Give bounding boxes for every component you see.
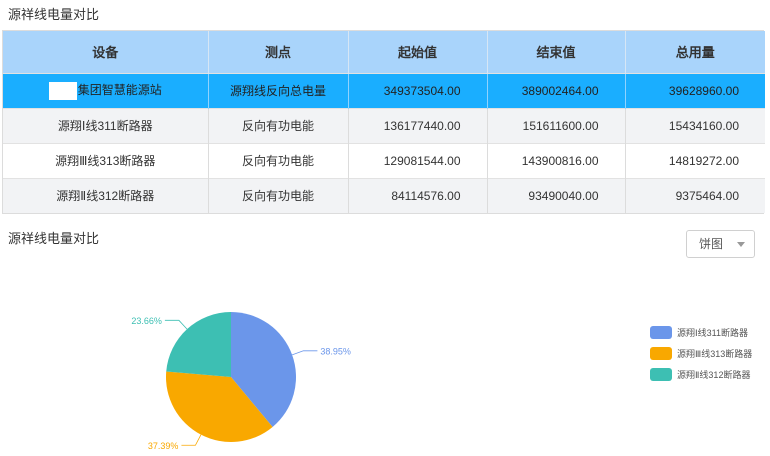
cell-total: 14819272.00 [625, 142, 765, 178]
legend-label: 源翔Ⅲ线313断路器 [677, 349, 753, 359]
cell-end: 151611600.00 [487, 107, 626, 143]
column-header-point[interactable]: 测点 [208, 31, 349, 73]
redaction-mask [48, 81, 77, 100]
cell-start: 129081544.00 [348, 142, 488, 178]
cell-point: 反向有功电能 [208, 177, 349, 213]
chart-type-select[interactable]: 饼图 [686, 230, 755, 258]
cell-device: 源翔Ⅱ线312断路器 [3, 177, 209, 213]
column-header-end[interactable]: 结束值 [487, 31, 626, 73]
legend-label: 源翔Ⅱ线312断路器 [677, 370, 751, 380]
chevron-down-icon [737, 242, 745, 247]
legend-item[interactable]: 源翔Ⅱ线312断路器 [650, 364, 752, 385]
column-header-total[interactable]: 总用量 [625, 31, 765, 73]
pie-value-label: 38.95% [320, 346, 351, 356]
pie-slice[interactable] [166, 312, 231, 377]
column-header-device[interactable]: 设备 [3, 31, 209, 73]
cell-device: 源翔Ⅰ线311断路器 [3, 107, 209, 143]
pie-chart: 38.95% 37.39% 23.66% [131, 312, 351, 451]
cell-point: 源翔线反向总电量 [208, 72, 349, 108]
table-header-row: 设备 测点 起始值 结束值 总用量 [3, 31, 765, 73]
table-row[interactable]: 源翔Ⅰ线311断路器 反向有功电能 136177440.00 151611600… [3, 107, 765, 143]
chart-section-title: 源祥线电量对比 [8, 231, 100, 246]
chart-type-value: 饼图 [699, 237, 724, 251]
cell-point: 反向有功电能 [208, 142, 349, 178]
table-row[interactable]: 源翔Ⅲ线313断路器 反向有功电能 129081544.00 143900816… [3, 142, 765, 178]
energy-table: 设备 测点 起始值 结束值 总用量 集团智慧能源站 源翔线反向总电量 34937… [2, 30, 765, 214]
cell-start: 136177440.00 [348, 107, 488, 143]
pie-label-line [164, 319, 188, 330]
cell-total: 9375464.00 [625, 177, 765, 213]
chart-legend: 源翔Ⅰ线311断路器 源翔Ⅲ线313断路器 源翔Ⅱ线312断路器 [650, 322, 752, 385]
pie-label-line [181, 434, 202, 446]
legend-item[interactable]: 源翔Ⅰ线311断路器 [650, 322, 752, 343]
cell-start: 84114576.00 [348, 177, 488, 213]
pie-value-label: 23.66% [131, 316, 162, 326]
table-row[interactable]: 集团智慧能源站 源翔线反向总电量 349373504.00 389002464.… [3, 72, 765, 108]
pie-value-label: 37.39% [148, 441, 179, 451]
cell-device: 源翔Ⅲ线313断路器 [3, 142, 209, 178]
legend-swatch [650, 347, 672, 360]
cell-total: 39628960.00 [625, 72, 765, 108]
cell-start: 349373504.00 [348, 72, 488, 108]
cell-total: 15434160.00 [625, 107, 765, 143]
pie-label-line [291, 350, 318, 356]
cell-end: 389002464.00 [487, 72, 626, 108]
legend-label: 源翔Ⅰ线311断路器 [677, 328, 749, 338]
column-header-start[interactable]: 起始值 [348, 31, 488, 73]
legend-swatch [650, 326, 672, 339]
cell-end: 93490040.00 [487, 177, 626, 213]
cell-point: 反向有功电能 [208, 107, 349, 143]
cell-end: 143900816.00 [487, 142, 626, 178]
table-section-title: 源祥线电量对比 [8, 7, 100, 22]
legend-swatch [650, 368, 672, 381]
cell-device: 集团智慧能源站 [3, 72, 209, 108]
table-row[interactable]: 源翔Ⅱ线312断路器 反向有功电能 84114576.00 93490040.0… [3, 177, 765, 213]
legend-item[interactable]: 源翔Ⅲ线313断路器 [650, 343, 752, 364]
